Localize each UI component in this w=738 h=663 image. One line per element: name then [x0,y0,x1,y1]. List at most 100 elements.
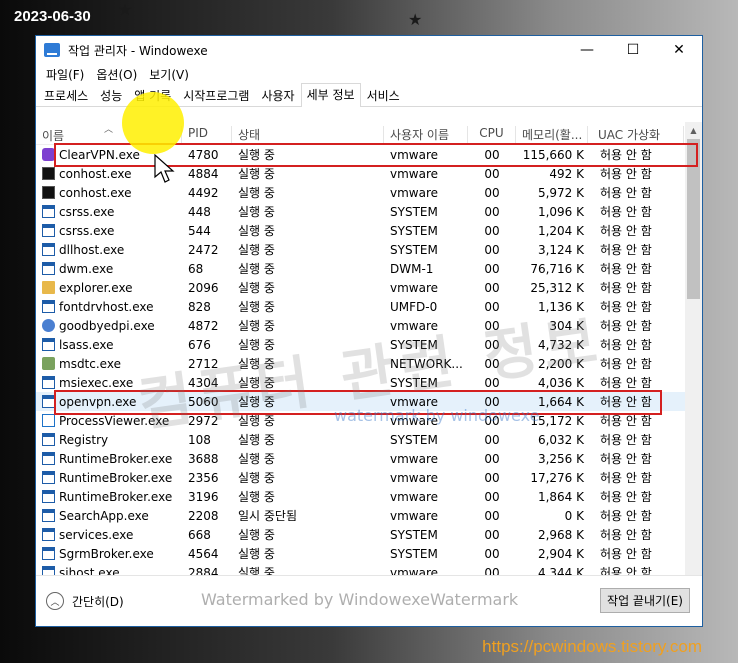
gear-icon [42,319,55,332]
column-header-user[interactable]: 사용자 이름 [384,126,468,144]
column-header-cpu[interactable]: CPU [468,126,516,144]
table-row[interactable]: services.exe 668 실행 중 SYSTEM 00 2,968 K … [36,525,686,544]
cell-user: SYSTEM [390,223,438,238]
table-row[interactable]: conhost.exe 4492 실행 중 vmware 00 5,972 K … [36,183,686,202]
cell-pid: 68 [188,261,204,276]
cell-state: 실행 중 [238,300,275,314]
window-title: 작업 관리자 - Windowexe [68,43,208,58]
cell-cpu: 00 [484,451,500,466]
cell-pid: 448 [188,204,211,219]
process-name: RuntimeBroker.exe [59,470,173,485]
site-url: https://pcwindows.tistory.com [482,637,702,656]
end-task-button[interactable]: 작업 끝내기(E) [600,588,690,613]
mouse-cursor-icon [154,154,175,183]
cell-name: RuntimeBroker.exe [36,490,182,504]
cell-cpu: 00 [484,527,500,542]
cell-name: dllhost.exe [36,243,182,257]
window-icon [42,547,55,560]
cell-state: 실행 중 [238,262,275,276]
window-icon [42,205,55,218]
cell-state: 실행 중 [238,281,275,295]
table-row[interactable]: RuntimeBroker.exe 3688 실행 중 vmware 00 3,… [36,449,686,468]
column-header-state[interactable]: 상태 [232,126,384,144]
table-row[interactable]: Registry 108 실행 중 SYSTEM 00 6,032 K 허용 안… [36,430,686,449]
table-row[interactable]: csrss.exe 544 실행 중 SYSTEM 00 1,204 K 허용 … [36,221,686,240]
chevron-up-icon[interactable]: ︿ [46,592,64,610]
cell-memory: 1,096 K [537,204,584,219]
tab-services[interactable]: 서비스 [361,84,406,106]
cell-cpu: 00 [484,489,500,504]
cell-memory: 2,968 K [537,527,584,542]
cell-cpu: 00 [484,261,500,276]
process-name: goodbyedpi.exe [59,318,155,333]
tab-processes[interactable]: 프로세스 [38,84,94,106]
process-name: msdtc.exe [59,356,121,371]
window-icon [42,509,55,522]
tab-users[interactable]: 사용자 [255,84,300,106]
menu-view[interactable]: 보기(V) [143,66,195,83]
cell-name: RuntimeBroker.exe [36,471,182,485]
cell-state: 일시 중단됨 [238,509,298,523]
table-row[interactable]: csrss.exe 448 실행 중 SYSTEM 00 1,096 K 허용 … [36,202,686,221]
cell-state: 실행 중 [238,490,275,504]
column-header-memory[interactable]: 메모리(활... [516,126,588,144]
cell-memory: 76,716 K [530,261,584,276]
console-icon [42,186,55,199]
column-header-uac[interactable]: UAC 가상화 [588,126,684,144]
window-icon [42,262,55,275]
cell-uac: 허용 안 함 [600,528,652,542]
cell-state: 실행 중 [238,528,275,542]
cell-user: SYSTEM [390,546,438,561]
cell-user: vmware [390,451,439,466]
cell-cpu: 00 [484,470,500,485]
cell-name: conhost.exe [36,186,182,200]
footer-bar: ︿ 간단히(D) Watermarked by WindowexeWaterma… [36,575,702,626]
cell-uac: 허용 안 함 [600,224,652,238]
cell-cpu: 00 [484,166,500,181]
collapse-button[interactable]: 간단히(D) [72,593,124,610]
menu-file[interactable]: 파일(F) [40,66,90,83]
window-icon [42,224,55,237]
cell-pid: 2356 [188,470,219,485]
close-button[interactable]: ✕ [656,36,702,64]
cell-uac: 허용 안 함 [600,205,652,219]
scroll-up-icon[interactable]: ▲ [685,122,702,139]
tab-details[interactable]: 세부 정보 [300,83,361,107]
cell-pid: 668 [188,527,211,542]
window-icon [42,300,55,313]
cell-name: services.exe [36,528,182,542]
cell-pid: 828 [188,299,211,314]
cell-user: vmware [390,185,439,200]
table-row[interactable]: dllhost.exe 2472 실행 중 SYSTEM 00 3,124 K … [36,240,686,259]
vertical-scrollbar[interactable]: ▲ [685,122,702,576]
table-row[interactable]: SgrmBroker.exe 4564 실행 중 SYSTEM 00 2,904… [36,544,686,563]
table-row[interactable]: RuntimeBroker.exe 2356 실행 중 vmware 00 17… [36,468,686,487]
table-row[interactable]: SearchApp.exe 2208 일시 중단됨 vmware 00 0 K … [36,506,686,525]
minimize-button[interactable]: — [564,36,610,64]
cell-user: SYSTEM [390,432,438,447]
cell-memory: 25,312 K [530,280,584,295]
tab-performance[interactable]: 성능 [94,84,128,106]
table-row[interactable]: dwm.exe 68 실행 중 DWM-1 00 76,716 K 허용 안 함 [36,259,686,278]
cell-user: SYSTEM [390,242,438,257]
cell-pid: 4564 [188,546,219,561]
menu-options[interactable]: 옵션(O) [90,66,143,83]
cell-state: 실행 중 [238,471,275,485]
column-header-pid[interactable]: PID [182,126,232,144]
cell-memory: 0 K [564,508,584,523]
cell-name: SearchApp.exe [36,509,182,523]
cell-uac: 허용 안 함 [600,547,652,561]
maximize-button[interactable]: ☐ [610,36,656,64]
cell-name: dwm.exe [36,262,182,276]
cell-state: 실행 중 [238,547,275,561]
cell-uac: 허용 안 함 [600,471,652,485]
window-icon [42,490,55,503]
table-row[interactable]: RuntimeBroker.exe 3196 실행 중 vmware 00 1,… [36,487,686,506]
tab-startup[interactable]: 시작프로그램 [177,84,255,106]
star-decoration: ★ [408,10,423,29]
cell-state: 실행 중 [238,452,275,466]
cell-memory: 1,864 K [537,489,584,504]
process-name: SearchApp.exe [59,508,149,523]
cell-user: SYSTEM [390,527,438,542]
title-bar: 작업 관리자 - Windowexe — ☐ ✕ [36,36,702,64]
